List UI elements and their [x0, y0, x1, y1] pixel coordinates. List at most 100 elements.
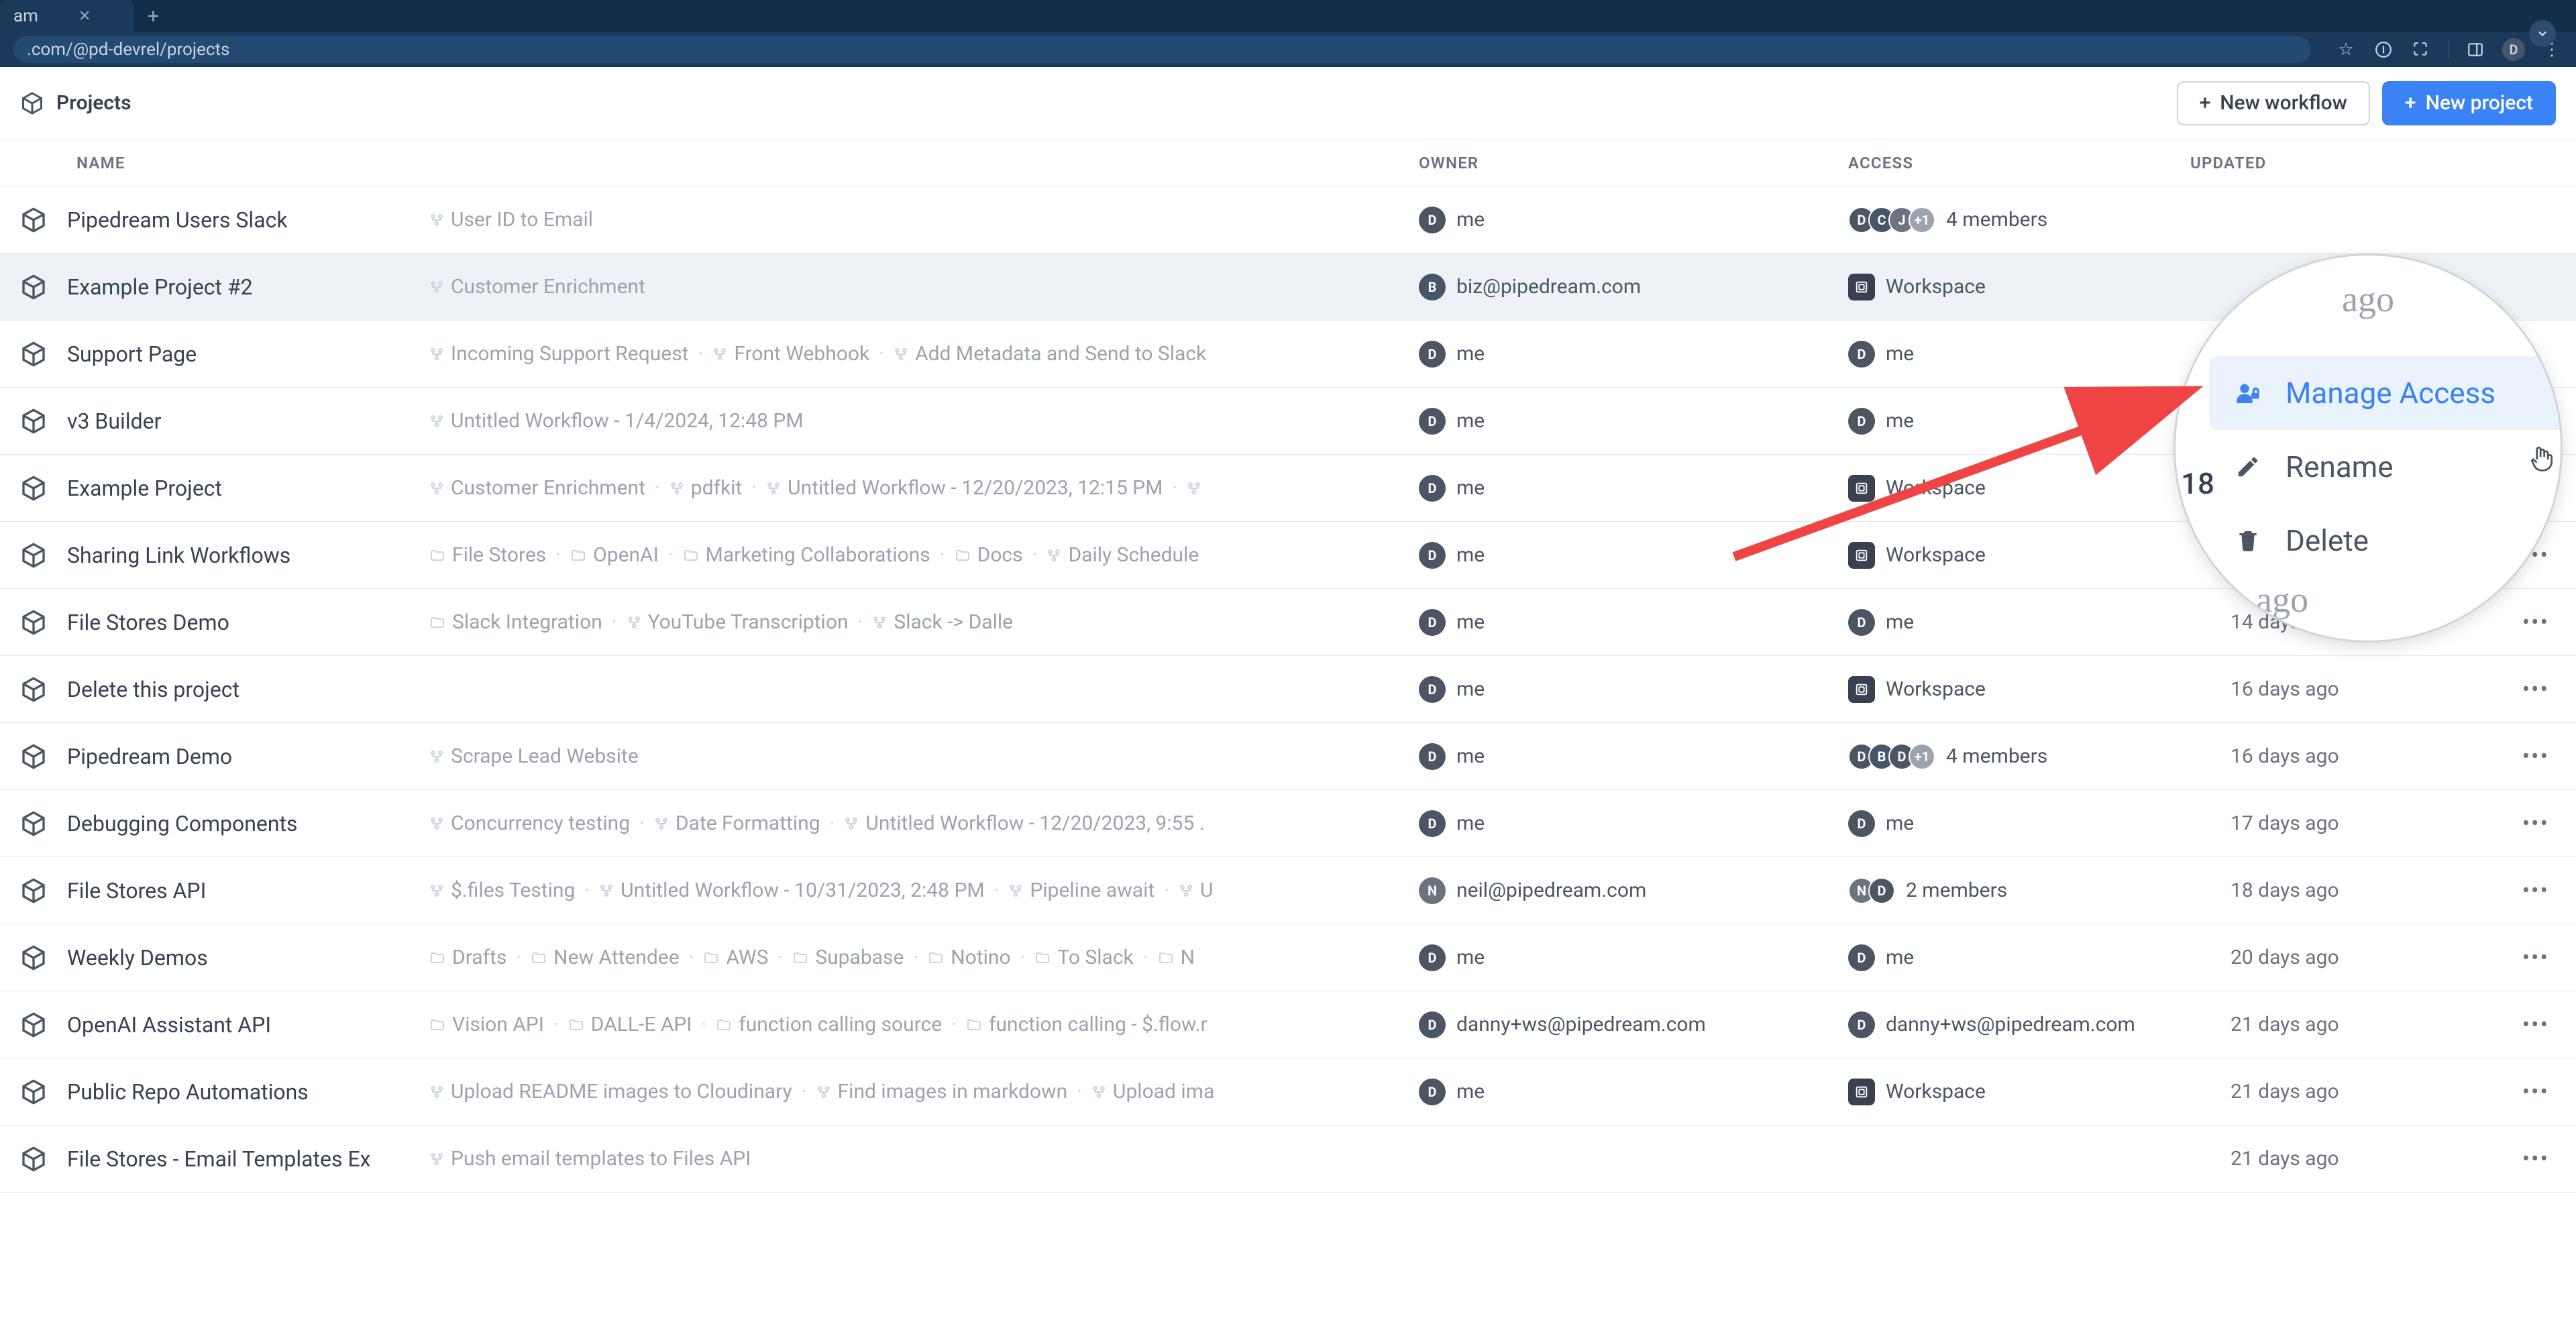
- workflow-item[interactable]: Scrape Lead Website: [429, 745, 639, 768]
- close-tab-icon[interactable]: ✕: [78, 8, 91, 25]
- folder-item[interactable]: Docs: [955, 543, 1023, 567]
- panel-icon[interactable]: [2465, 39, 2486, 60]
- folder-item[interactable]: Vision API: [429, 1013, 544, 1036]
- tab-dropdown-button[interactable]: [2529, 20, 2556, 47]
- row-more-button[interactable]: •••: [2522, 676, 2549, 703]
- workflow-item[interactable]: [1187, 481, 1208, 496]
- context-menu-magnifier: ago 18 Manage Access Rename Delete: [2174, 254, 2563, 643]
- col-owner[interactable]: OWNER: [1419, 154, 1479, 172]
- workflow-item[interactable]: Concurrency testing: [429, 812, 630, 835]
- row-more-button[interactable]: •••: [2522, 1011, 2549, 1038]
- folder-item[interactable]: DALL-E API: [568, 1013, 692, 1036]
- address-bar[interactable]: .com/@pd-devrel/projects: [13, 36, 2311, 63]
- folder-item[interactable]: Supabase: [792, 946, 904, 969]
- item-label: Push email templates to Files API: [451, 1147, 751, 1170]
- table-row[interactable]: Weekly DemosDrafts·New Attendee·AWS·Supa…: [0, 924, 2576, 991]
- workflow-item[interactable]: Customer Enrichment: [429, 275, 645, 298]
- workflow-icon: [894, 347, 908, 362]
- folder-item[interactable]: Drafts: [429, 946, 506, 969]
- table-row[interactable]: Pipedream Users SlackUser ID to EmailDme…: [0, 186, 2576, 254]
- menu-rename[interactable]: Rename: [2209, 430, 2561, 504]
- item-label: $.files Testing: [451, 879, 575, 902]
- col-name[interactable]: NAME: [76, 154, 125, 172]
- workflow-item[interactable]: Find images in markdown: [816, 1080, 1068, 1103]
- page-title: Projects: [56, 91, 131, 115]
- table-row[interactable]: Debugging ComponentsConcurrency testing·…: [0, 790, 2576, 857]
- workflow-item[interactable]: Untitled Workflow - 10/31/2023, 2:48 PM: [599, 879, 984, 902]
- browser-tab[interactable]: am ✕: [0, 0, 134, 32]
- workflow-item[interactable]: Upload README images to Cloudinary: [429, 1080, 792, 1103]
- access-text: Workspace: [1886, 1080, 1986, 1103]
- workflow-item[interactable]: Slack -> Dalle: [872, 610, 1013, 634]
- manage-access-icon: [2233, 378, 2263, 408]
- folder-item[interactable]: function calling source: [716, 1013, 942, 1036]
- item-label: Front Webhook: [734, 342, 869, 366]
- project-name: Example Project #2: [67, 274, 429, 300]
- project-box-icon: [20, 810, 47, 837]
- row-more-button[interactable]: •••: [2522, 877, 2549, 904]
- workflow-item[interactable]: Upload ima: [1091, 1080, 1214, 1103]
- table-row[interactable]: File Stores - Email Templates ExPush ema…: [0, 1125, 2576, 1193]
- extensions-icon[interactable]: [2410, 39, 2432, 60]
- item-separator: ·: [668, 543, 674, 567]
- table-row[interactable]: Delete this projectDmeWorkspace16 days a…: [0, 656, 2576, 723]
- page-header: Projects + New workflow + New project: [0, 67, 2576, 140]
- workflow-item[interactable]: Untitled Workflow - 12/20/2023, 9:55 .: [844, 812, 1204, 835]
- folder-item[interactable]: Marketing Collaborations: [683, 543, 930, 567]
- workflow-item[interactable]: Front Webhook: [712, 342, 869, 366]
- workflow-item[interactable]: Date Formatting: [654, 812, 820, 835]
- workflow-item[interactable]: U: [1179, 879, 1213, 902]
- workflow-item[interactable]: Untitled Workflow - 12/20/2023, 12:15 PM: [766, 476, 1163, 500]
- workflow-item[interactable]: Push email templates to Files API: [429, 1147, 751, 1170]
- row-more-button[interactable]: •••: [2522, 1146, 2549, 1172]
- table-row[interactable]: OpenAI Assistant APIVision API·DALL-E AP…: [0, 991, 2576, 1058]
- folder-icon: [683, 547, 699, 563]
- new-project-button[interactable]: + New project: [2382, 81, 2556, 125]
- folder-item[interactable]: AWS: [703, 946, 768, 969]
- workflow-item[interactable]: YouTube Transcription: [627, 610, 849, 634]
- table-row[interactable]: File Stores API$.files Testing·Untitled …: [0, 857, 2576, 924]
- row-more-button[interactable]: •••: [2522, 944, 2549, 971]
- folder-item[interactable]: OpenAI: [570, 543, 659, 567]
- folder-item[interactable]: Notino: [928, 946, 1010, 969]
- table-row[interactable]: Pipedream DemoScrape Lead WebsiteDmeDBD+…: [0, 723, 2576, 790]
- menu-delete[interactable]: Delete: [2209, 504, 2561, 578]
- col-updated[interactable]: UPDATED: [2190, 154, 2266, 172]
- item-label: Marketing Collaborations: [706, 543, 930, 567]
- folder-item[interactable]: N: [1158, 946, 1195, 969]
- item-label: DALL-E API: [591, 1013, 692, 1036]
- new-workflow-button[interactable]: + New workflow: [2177, 81, 2370, 125]
- folder-item[interactable]: function calling - $.flow.r: [966, 1013, 1208, 1036]
- avatar: D: [1419, 944, 1446, 971]
- workflow-item[interactable]: Add Metadata and Send to Slack: [894, 342, 1206, 366]
- folder-item[interactable]: Slack Integration: [429, 610, 602, 634]
- profile-avatar-button[interactable]: D: [2502, 38, 2525, 61]
- workflow-icon: [429, 347, 444, 362]
- folder-item[interactable]: New Attendee: [531, 946, 679, 969]
- folder-item[interactable]: To Slack: [1034, 946, 1133, 969]
- workflow-item[interactable]: Pipeline await: [1008, 879, 1155, 902]
- password-icon[interactable]: [2373, 39, 2394, 60]
- folder-item[interactable]: File Stores: [429, 543, 546, 567]
- item-label: Customer Enrichment: [451, 476, 645, 500]
- workflow-item[interactable]: Incoming Support Request: [429, 342, 689, 366]
- folder-icon: [429, 547, 445, 563]
- row-more-button[interactable]: •••: [2522, 810, 2549, 837]
- workflow-item[interactable]: pdfkit: [669, 476, 743, 500]
- workflow-item[interactable]: User ID to Email: [429, 208, 593, 231]
- new-tab-button[interactable]: +: [134, 5, 172, 28]
- table-row[interactable]: Public Repo AutomationsUpload README ima…: [0, 1058, 2576, 1125]
- item-label: OpenAI: [593, 543, 659, 567]
- menu-manage-access[interactable]: Manage Access: [2209, 356, 2561, 430]
- row-more-button[interactable]: •••: [2522, 743, 2549, 770]
- row-more-button[interactable]: •••: [2522, 1079, 2549, 1105]
- col-access[interactable]: ACCESS: [1848, 154, 1913, 172]
- workflow-icon: [1046, 548, 1061, 563]
- workflow-item[interactable]: Daily Schedule: [1046, 543, 1199, 567]
- bookmark-icon[interactable]: ☆: [2335, 39, 2357, 60]
- workflow-item[interactable]: Untitled Workflow - 1/4/2024, 12:48 PM: [429, 409, 804, 433]
- owner-text: me: [1456, 812, 1485, 835]
- owner-text: neil@pipedream.com: [1456, 879, 1646, 902]
- workflow-item[interactable]: Customer Enrichment: [429, 476, 645, 500]
- workflow-item[interactable]: $.files Testing: [429, 879, 575, 902]
